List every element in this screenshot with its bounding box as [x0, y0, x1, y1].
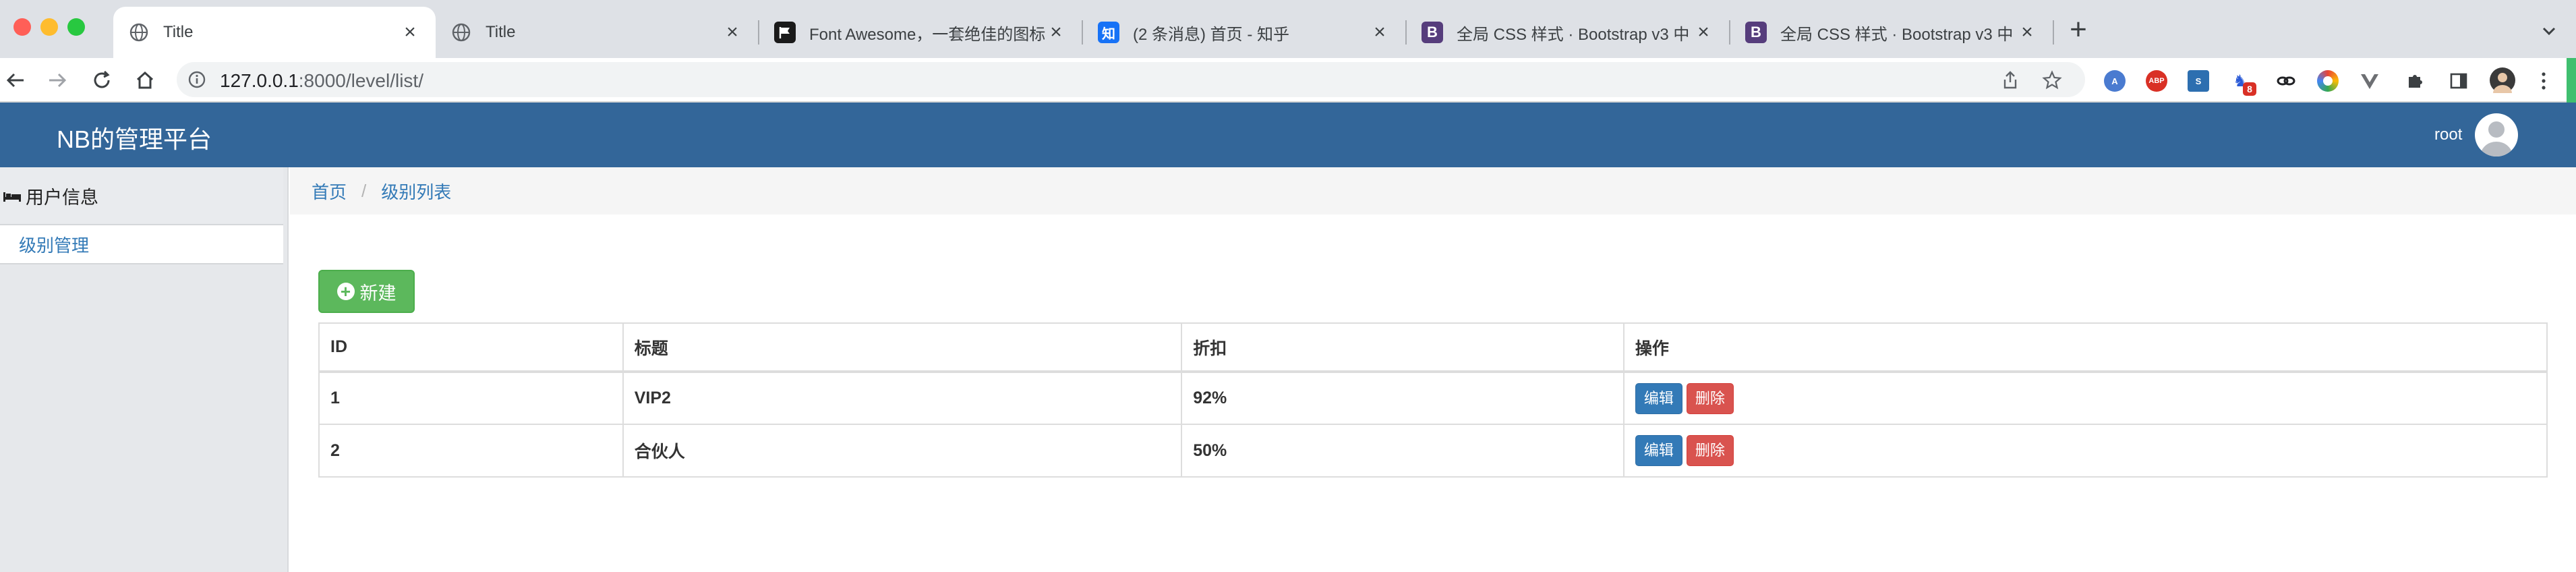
browser-tab[interactable]: Title ×	[113, 7, 436, 58]
column-header-title: 标题	[622, 322, 1183, 373]
tab-title: Title	[486, 23, 516, 41]
breadcrumb: 首页 / 级别列表	[290, 167, 2576, 214]
column-header-id: ID	[318, 322, 624, 373]
bootstrap-icon: B	[1745, 22, 1767, 43]
breadcrumb-current-link[interactable]: 级别列表	[381, 179, 451, 204]
share-icon[interactable]	[2000, 70, 2020, 90]
user-name[interactable]: root	[2434, 125, 2462, 144]
new-button-label: 新建	[359, 283, 397, 304]
sidebar-item-level-management[interactable]: 级别管理	[0, 225, 283, 264]
translate-icon[interactable]: A	[2104, 70, 2126, 92]
close-tab-icon[interactable]: ×	[401, 22, 419, 42]
new-tab-button[interactable]: +	[2062, 15, 2095, 47]
bed-icon	[3, 192, 21, 202]
maximize-window-button[interactable]	[67, 18, 85, 36]
edit-button[interactable]: 编辑	[1635, 382, 1682, 414]
zhihu-icon: 知	[1098, 22, 1119, 43]
menu-icon[interactable]	[2533, 70, 2554, 92]
browser-tab[interactable]: B 全局 CSS 样式 · Bootstrap v3 中 ×	[1730, 7, 2053, 58]
app-header: NB的管理平台 root	[0, 103, 2576, 167]
adblock-icon[interactable]: ABP	[2146, 70, 2167, 92]
column-header-actions: 操作	[1622, 322, 2548, 373]
table-row: 1 VIP2 92% 编辑 删除	[318, 371, 2548, 425]
browser-tab[interactable]: Title ×	[436, 7, 758, 58]
delete-button[interactable]: 删除	[1686, 435, 1734, 466]
plus-circle-icon: +	[336, 283, 355, 300]
close-window-button[interactable]	[13, 18, 31, 36]
link-icon[interactable]	[2275, 70, 2297, 92]
flag-icon	[774, 22, 796, 43]
puzzle-icon[interactable]	[2405, 70, 2426, 92]
edit-button[interactable]: 编辑	[1635, 435, 1682, 466]
reload-icon[interactable]	[88, 66, 116, 94]
tab-title: Title	[163, 23, 194, 41]
brand-title[interactable]: NB的管理平台	[57, 120, 212, 155]
cell-id: 2	[318, 424, 624, 478]
cell-actions: 编辑 删除	[1622, 371, 2548, 425]
table-header-row: ID 标题 折扣 操作	[318, 322, 2548, 373]
chevron-down-icon[interactable]	[2536, 18, 2563, 45]
star-icon[interactable]	[2042, 70, 2062, 90]
close-tab-icon[interactable]: ×	[723, 22, 742, 42]
browser-tab[interactable]: 知 (2 条消息) 首页 - 知乎 ×	[1083, 7, 1405, 58]
browser-tab[interactable]: Font Awesome，一套绝佳的图标 ×	[759, 7, 1082, 58]
table-row: 2 合伙人 50% 编辑 删除	[318, 424, 2548, 478]
cell-discount: 92%	[1181, 371, 1624, 425]
tab-title: 全局 CSS 样式 · Bootstrap v3 中	[1780, 25, 2014, 44]
info-icon[interactable]	[187, 70, 206, 89]
minimize-window-button[interactable]	[40, 18, 58, 36]
url-host: 127.0.0.1	[220, 70, 299, 91]
extension-icon[interactable]: ♞ 8	[2229, 70, 2256, 96]
sidebar-item-label: 级别管理	[19, 235, 90, 256]
color-icon[interactable]	[2317, 70, 2339, 92]
sidebar-heading[interactable]: 用户信息	[0, 167, 283, 225]
browser-tab[interactable]: B 全局 CSS 样式 · Bootstrap v3 中 ×	[1407, 7, 1729, 58]
sidebar-heading-label: 用户信息	[26, 187, 98, 208]
home-icon[interactable]	[131, 66, 159, 94]
breadcrumb-home-link[interactable]: 首页	[312, 179, 347, 204]
tab-title: Font Awesome，一套绝佳的图标	[809, 25, 1046, 44]
avatar[interactable]	[2475, 113, 2518, 156]
badge: 8	[2243, 82, 2256, 96]
url-text: 127.0.0.1:8000/level/list/	[220, 70, 423, 92]
bootstrap-icon: B	[1422, 22, 1443, 43]
tab-divider	[2053, 20, 2054, 45]
browser-tab-strip: Title × Title × Font Awesome，一套绝佳的图标 × 知…	[0, 0, 2576, 58]
cell-actions: 编辑 删除	[1622, 424, 2548, 478]
close-tab-icon[interactable]: ×	[1370, 22, 1389, 42]
column-header-discount: 折扣	[1181, 322, 1624, 373]
back-icon[interactable]	[1, 66, 30, 94]
address-bar[interactable]: 127.0.0.1:8000/level/list/	[177, 62, 2085, 97]
level-table: ID 标题 折扣 操作 1 VIP2 92% 编辑 删除 2 合伙人 50% 编辑…	[318, 322, 2548, 478]
cell-discount: 50%	[1181, 424, 1624, 478]
cell-title: VIP2	[622, 371, 1183, 425]
new-button[interactable]: + 新建	[318, 270, 415, 313]
browser-toolbar: 127.0.0.1:8000/level/list/ A ABP S ♞ 8	[0, 58, 2576, 103]
sidebar: 用户信息 级别管理	[0, 167, 289, 572]
close-tab-icon[interactable]: ×	[1694, 22, 1713, 42]
cell-id: 1	[318, 371, 624, 425]
globe-icon	[128, 22, 150, 43]
delete-button[interactable]: 删除	[1686, 382, 1734, 414]
close-tab-icon[interactable]: ×	[1047, 22, 1065, 42]
url-path: :8000/level/list/	[298, 70, 423, 91]
cell-title: 合伙人	[622, 424, 1183, 478]
profile-icon[interactable]	[2490, 67, 2515, 93]
globe-icon	[450, 22, 472, 43]
breadcrumb-separator: /	[361, 180, 367, 201]
tab-title: 全局 CSS 样式 · Bootstrap v3 中	[1457, 25, 1690, 44]
sidepanel-icon[interactable]	[2448, 70, 2469, 92]
tab-title: (2 条消息) 首页 - 知乎	[1133, 25, 1289, 44]
vue-icon[interactable]	[2359, 70, 2380, 92]
close-tab-icon[interactable]: ×	[2018, 22, 2037, 42]
forward-icon[interactable]	[43, 66, 71, 94]
extension-icon[interactable]: S	[2188, 70, 2209, 92]
